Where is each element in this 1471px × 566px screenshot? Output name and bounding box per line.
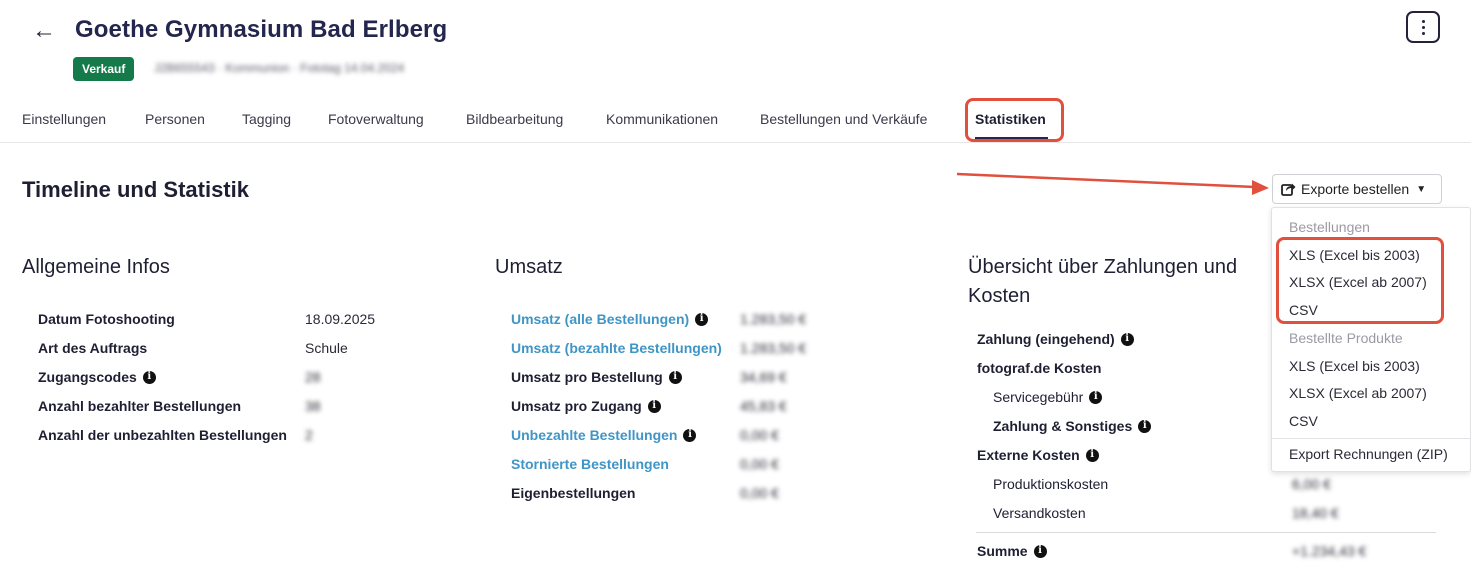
value-revenue-per-access: 45,83 €	[740, 398, 787, 414]
menu-item-products-xls[interactable]: XLS (Excel bis 2003)	[1289, 358, 1420, 374]
back-arrow-icon[interactable]: ←	[32, 16, 56, 46]
label-text: Zahlung (eingehend)	[977, 331, 1115, 347]
info-icon[interactable]: i	[142, 370, 156, 384]
menu-item-export-invoices-zip[interactable]: Export Rechnungen (ZIP)	[1289, 446, 1448, 462]
value-revenue-all: 1.283,50 €	[740, 311, 807, 327]
kebab-dot-icon	[1421, 19, 1425, 23]
label-access-codes: Zugangscodes i	[38, 369, 156, 385]
label-text: Umsatz pro Zugang	[511, 398, 642, 414]
value-cancelled-orders: 0,00 €	[740, 456, 779, 472]
label-text: Externe Kosten	[977, 447, 1080, 463]
menu-item-products-xlsx[interactable]: XLSX (Excel ab 2007)	[1289, 385, 1427, 401]
info-icon[interactable]: i	[647, 399, 661, 413]
status-badge: Verkauf	[73, 57, 135, 81]
label-text: Servicegebühr	[993, 389, 1084, 405]
info-icon[interactable]: i	[1138, 419, 1152, 433]
link-cancelled-orders[interactable]: Stornierte Bestellungen	[511, 456, 669, 472]
caret-down-icon: ▼	[1416, 183, 1427, 195]
label-revenue-per-order: Umsatz pro Bestellung i	[511, 369, 682, 385]
project-meta: J2B655543 · Kommunion · Fototag 14.04.20…	[154, 61, 405, 75]
info-icon[interactable]: i	[1085, 448, 1099, 462]
more-options-button[interactable]	[1406, 11, 1440, 43]
tab-personen[interactable]: Personen	[145, 111, 205, 127]
label-incoming-payment: Zahlung (eingehend) i	[977, 331, 1134, 347]
label-own-orders: Eigenbestellungen	[511, 485, 636, 501]
tab-highlight-annotation	[965, 98, 1064, 142]
tab-bildbearbeitung[interactable]: Bildbearbeitung	[466, 111, 563, 127]
value-revenue-per-order: 34,69 €	[740, 369, 787, 385]
page-title: Goethe Gymnasium Bad Erlberg	[75, 16, 448, 43]
label-text: Umsatz pro Bestellung	[511, 369, 663, 385]
label-production-costs: Produktionskosten	[993, 476, 1109, 492]
payments-title-line2: Kosten	[968, 285, 1031, 307]
menu-divider	[1272, 438, 1470, 439]
label-external-costs: Externe Kosten i	[977, 447, 1099, 463]
value-unpaid-orders-revenue: 0,00 €	[740, 427, 779, 443]
tab-bar: Einstellungen Personen Tagging Fotoverwa…	[0, 104, 1471, 143]
share-export-icon	[1281, 183, 1296, 196]
label-fotograf-costs: fotograf.de Kosten	[977, 360, 1102, 376]
value-paid-orders: 38	[305, 398, 321, 414]
kebab-dot-icon	[1421, 25, 1425, 29]
section-title: Timeline und Statistik	[22, 177, 249, 202]
menu-item-products-csv[interactable]: CSV	[1289, 413, 1318, 429]
label-order-type: Art des Auftrags	[38, 340, 148, 356]
label-unpaid-orders: Anzahl der unbezahlten Bestellungen	[38, 427, 287, 443]
export-button-label: Exporte bestellen	[1301, 181, 1410, 197]
info-icon[interactable]: i	[668, 370, 682, 384]
value-shipping-costs: 18,40 €	[1292, 505, 1339, 521]
info-icon[interactable]: i	[1033, 544, 1047, 558]
label-payment-misc: Zahlung & Sonstiges i	[993, 418, 1152, 434]
general-info-title: Allgemeine Infos	[22, 256, 170, 278]
link-revenue-paid-orders[interactable]: Umsatz (bezahlte Bestellungen)	[511, 340, 722, 356]
annotation-arrow-icon	[956, 172, 1269, 195]
label-revenue-per-access: Umsatz pro Zugang i	[511, 398, 661, 414]
revenue-title: Umsatz	[495, 256, 563, 278]
label-sum: Summe i	[977, 543, 1047, 559]
export-orders-button[interactable]: Exporte bestellen ▼	[1272, 174, 1442, 204]
value-production-costs: 6,00 €	[1292, 476, 1331, 492]
link-unpaid-orders[interactable]: Unbezahlte Bestellungen i	[511, 427, 697, 443]
label-text: Umsatz (alle Bestellungen)	[511, 311, 690, 327]
value-unpaid-orders: 2	[305, 427, 313, 443]
value-own-orders: 0,00 €	[740, 485, 779, 501]
label-service-fee: Servicegebühr i	[993, 389, 1103, 405]
tab-kommunikationen[interactable]: Kommunikationen	[606, 111, 718, 127]
payments-title-line1: Übersicht über Zahlungen und	[968, 256, 1238, 278]
label-text: Unbezahlte Bestellungen	[511, 427, 678, 443]
value-sum: +1.234,43 €	[1292, 543, 1367, 559]
menu-highlight-annotation	[1276, 237, 1444, 324]
sum-divider	[976, 532, 1436, 533]
tab-einstellungen[interactable]: Einstellungen	[22, 111, 106, 127]
value-order-type: Schule	[305, 340, 348, 356]
menu-group-title-products: Bestellte Produkte	[1289, 330, 1403, 346]
value-access-codes: 28	[305, 369, 321, 385]
link-revenue-all-orders[interactable]: Umsatz (alle Bestellungen) i	[511, 311, 709, 327]
tab-bestellungen-und-verkaeufe[interactable]: Bestellungen und Verkäufe	[760, 111, 927, 127]
tab-fotoverwaltung[interactable]: Fotoverwaltung	[328, 111, 424, 127]
label-text: Zahlung & Sonstiges	[993, 418, 1133, 434]
info-icon[interactable]: i	[1120, 332, 1134, 346]
value-shooting-date: 18.09.2025	[305, 311, 376, 327]
label-paid-orders: Anzahl bezahlter Bestellungen	[38, 398, 242, 414]
info-icon[interactable]: i	[1089, 390, 1103, 404]
value-revenue-paid: 1.283,50 €	[740, 340, 807, 356]
label-shipping-costs: Versandkosten	[993, 505, 1086, 521]
label-text: Summe	[977, 543, 1028, 559]
kebab-dot-icon	[1421, 31, 1425, 35]
info-icon[interactable]: i	[683, 428, 697, 442]
info-icon[interactable]: i	[695, 312, 709, 326]
label-text: Zugangscodes	[38, 369, 137, 385]
label-shooting-date: Datum Fotoshooting	[38, 311, 175, 327]
tab-tagging[interactable]: Tagging	[242, 111, 291, 127]
menu-group-title-orders: Bestellungen	[1289, 219, 1370, 235]
